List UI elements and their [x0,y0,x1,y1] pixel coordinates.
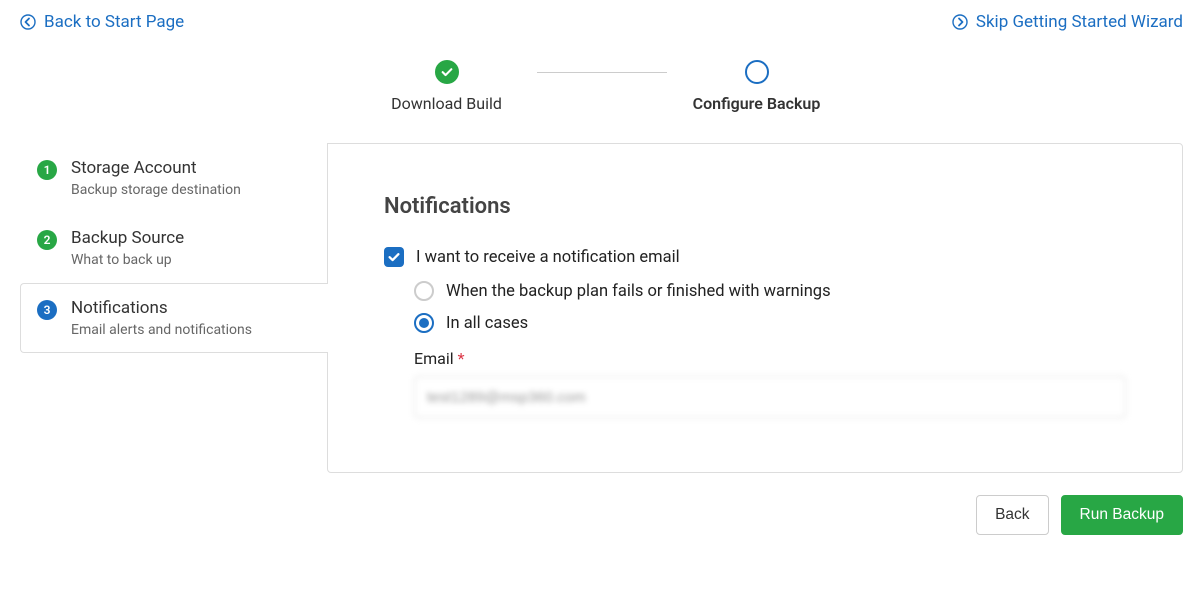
email-field[interactable] [414,376,1126,418]
sidebar-item-subtitle: Backup storage destination [71,182,241,198]
stepper-step-download[interactable]: Download Build [357,60,537,113]
receive-email-checkbox[interactable] [384,247,404,267]
sidebar-item-subtitle: Email alerts and notifications [71,322,252,338]
sidebar: 1 Storage Account Backup storage destina… [20,143,328,353]
radio-all-cases[interactable] [414,313,434,333]
sidebar-item-notifications[interactable]: 3 Notifications Email alerts and notific… [20,283,328,353]
receive-email-label: I want to receive a notification email [416,248,680,267]
email-field-label: Email * [414,349,1126,368]
step-label: Download Build [391,94,502,113]
check-icon [440,65,454,79]
sidebar-step-number: 3 [37,300,57,320]
step-label: Configure Backup [693,94,821,113]
panel-title: Notifications [384,194,1126,219]
sidebar-item-title: Storage Account [71,158,241,178]
sidebar-item-storage[interactable]: 1 Storage Account Backup storage destina… [20,143,328,213]
radio-on-fail-label: When the backup plan fails or finished w… [446,282,831,301]
back-to-start-label: Back to Start Page [44,12,184,32]
required-indicator: * [458,349,465,368]
sidebar-item-subtitle: What to back up [71,252,184,268]
main-panel: Notifications I want to receive a notifi… [327,143,1183,473]
arrow-circle-right-icon [952,14,968,30]
sidebar-item-title: Backup Source [71,228,184,248]
check-icon [387,250,401,264]
sidebar-item-source[interactable]: 2 Backup Source What to back up [20,213,328,283]
radio-on-fail[interactable] [414,281,434,301]
skip-wizard-link[interactable]: Skip Getting Started Wizard [952,12,1183,32]
step-circle-done [435,60,459,84]
back-to-start-link[interactable]: Back to Start Page [20,12,184,32]
sidebar-step-number: 2 [37,230,57,250]
step-circle-current [745,60,769,84]
arrow-circle-left-icon [20,14,36,30]
sidebar-step-number: 1 [37,160,57,180]
radio-all-cases-label: In all cases [446,314,528,333]
back-button[interactable]: Back [976,495,1048,535]
wizard-stepper: Download Build Configure Backup [20,60,1183,113]
run-backup-button[interactable]: Run Backup [1061,495,1183,535]
step-connector [537,72,667,73]
stepper-step-configure[interactable]: Configure Backup [667,60,847,113]
sidebar-item-title: Notifications [71,298,252,318]
radio-inner-dot [419,318,429,328]
skip-wizard-label: Skip Getting Started Wizard [976,12,1183,32]
